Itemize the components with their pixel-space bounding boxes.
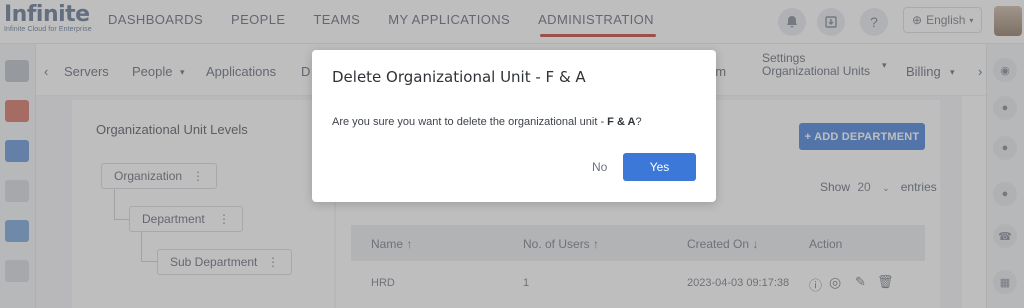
no-button[interactable]: No bbox=[592, 160, 607, 174]
dialog-message-suffix: ? bbox=[635, 116, 642, 128]
dialog-message: Are you sure you want to delete the orga… bbox=[332, 116, 642, 128]
delete-ou-dialog: Delete Organizational Unit - F & A Are y… bbox=[312, 50, 716, 202]
dialog-title: Delete Organizational Unit - F & A bbox=[332, 68, 586, 86]
dialog-message-prefix: Are you sure you want to delete the orga… bbox=[332, 116, 608, 128]
dialog-unit-name: F & A bbox=[607, 116, 636, 128]
yes-button[interactable]: Yes bbox=[623, 153, 696, 181]
